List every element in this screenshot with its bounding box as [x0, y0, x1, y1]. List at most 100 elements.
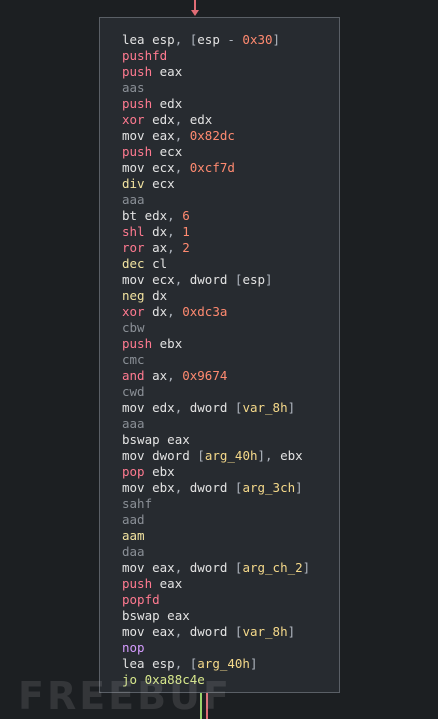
instruction-line[interactable]: pushfd: [122, 48, 333, 64]
operand-punctuation: [: [227, 272, 243, 287]
instruction-line[interactable]: shl dx, 1: [122, 224, 333, 240]
instruction-line[interactable]: pop ebx: [122, 464, 333, 480]
operand: ax: [152, 368, 168, 383]
mnemonic: xor: [122, 112, 145, 127]
instruction-line[interactable]: push ecx: [122, 144, 333, 160]
operand: esp: [242, 272, 266, 287]
instruction-line[interactable]: popfd: [122, 592, 333, 608]
instruction-line[interactable]: div ecx: [122, 176, 333, 192]
operand: arg_ch_2: [242, 560, 303, 575]
freebuf-watermark: FREEBUF: [18, 674, 232, 718]
operand: arg_40h: [204, 448, 258, 463]
operand-punctuation: [: [227, 400, 243, 415]
instruction-line[interactable]: mov ecx, dword [esp]: [122, 272, 333, 288]
instruction-line[interactable]: xor dx, 0xdc3a: [122, 304, 333, 320]
operand: 0xcf7d: [189, 160, 235, 175]
disassembly-listing: lea esp, [esp - 0x30] pushfd push eax aas pu…: [122, 32, 333, 688]
operand: dword: [189, 272, 228, 287]
mnemonic: aas: [122, 80, 145, 95]
instruction-line[interactable]: sahf: [122, 496, 333, 512]
instruction-line[interactable]: daa: [122, 544, 333, 560]
operand-punctuation: [: [227, 480, 243, 495]
instruction-line[interactable]: bswap eax: [122, 432, 333, 448]
mnemonic: div: [122, 176, 145, 191]
operand: eax: [167, 432, 190, 447]
operand: eax: [152, 624, 175, 639]
operand: 0xdc3a: [182, 304, 228, 319]
operand-punctuation: ,: [174, 560, 190, 575]
mnemonic: mov: [122, 128, 145, 143]
instruction-line[interactable]: aaa: [122, 192, 333, 208]
operand: ecx: [152, 272, 175, 287]
instruction-line[interactable]: cwd: [122, 384, 333, 400]
instruction-line[interactable]: mov ecx, 0xcf7d: [122, 160, 333, 176]
operand-punctuation: ,: [174, 112, 190, 127]
operand: eax: [159, 64, 183, 79]
operand: edx: [144, 208, 168, 223]
operand-punctuation: ]: [302, 560, 311, 575]
mnemonic: pop: [122, 464, 145, 479]
operand: 0x82dc: [189, 128, 235, 143]
operand: 0x30: [242, 32, 273, 47]
mnemonic: bt: [122, 208, 138, 223]
mnemonic: and: [122, 368, 145, 383]
instruction-line[interactable]: cmc: [122, 352, 333, 368]
instruction-line[interactable]: neg dx: [122, 288, 333, 304]
mnemonic: dec: [122, 256, 145, 271]
mnemonic: neg: [122, 288, 145, 303]
mnemonic: push: [122, 144, 153, 159]
instruction-line[interactable]: xor edx, edx: [122, 112, 333, 128]
operand-punctuation: ]: [287, 400, 296, 415]
instruction-line[interactable]: aaa: [122, 416, 333, 432]
instruction-line[interactable]: mov dword [arg_40h], ebx: [122, 448, 333, 464]
instruction-line[interactable]: bswap eax: [122, 608, 333, 624]
operand-punctuation: ]: [265, 272, 273, 287]
operand: ecx: [152, 176, 175, 191]
mnemonic: aad: [122, 512, 145, 527]
mnemonic: mov: [122, 480, 145, 495]
instruction-line[interactable]: and ax, 0x9674: [122, 368, 333, 384]
operand-punctuation: -: [219, 32, 243, 47]
operand-punctuation: ,: [167, 240, 183, 255]
instruction-line[interactable]: push edx: [122, 96, 333, 112]
instruction-line[interactable]: push eax: [122, 576, 333, 592]
operand: esp: [197, 32, 220, 47]
operand-punctuation: ,: [174, 400, 190, 415]
mnemonic: bswap: [122, 608, 160, 623]
operand: dx: [152, 224, 168, 239]
instruction-line[interactable]: ror ax, 2: [122, 240, 333, 256]
mnemonic: sahf: [122, 496, 153, 511]
instruction-line[interactable]: mov eax, dword [arg_ch_2]: [122, 560, 333, 576]
instruction-line[interactable]: dec cl: [122, 256, 333, 272]
operand: edx: [189, 112, 213, 127]
mnemonic: push: [122, 336, 153, 351]
operand-punctuation: ],: [257, 448, 281, 463]
instruction-line[interactable]: lea esp, [arg_40h]: [122, 656, 333, 672]
mnemonic: shl: [122, 224, 145, 239]
instruction-line[interactable]: push ebx: [122, 336, 333, 352]
operand-punctuation: ,: [167, 208, 183, 223]
mnemonic: mov: [122, 160, 145, 175]
instruction-line[interactable]: mov eax, dword [var_8h]: [122, 624, 333, 640]
operand: var_8h: [242, 400, 288, 415]
instruction-line[interactable]: mov eax, 0x82dc: [122, 128, 333, 144]
instruction-line[interactable]: cbw: [122, 320, 333, 336]
instruction-line[interactable]: aam: [122, 528, 333, 544]
instruction-line[interactable]: mov ebx, dword [arg_3ch]: [122, 480, 333, 496]
instruction-line[interactable]: push eax: [122, 64, 333, 80]
instruction-line[interactable]: bt edx, 6: [122, 208, 333, 224]
mnemonic: xor: [122, 304, 145, 319]
incoming-arrow-head: [191, 10, 199, 16]
mnemonic: mov: [122, 272, 145, 287]
operand: dword: [189, 624, 228, 639]
instruction-line[interactable]: aas: [122, 80, 333, 96]
mnemonic: push: [122, 64, 153, 79]
mnemonic: aaa: [122, 416, 145, 431]
instruction-line[interactable]: lea esp, [esp - 0x30]: [122, 32, 333, 48]
instruction-line[interactable]: mov edx, dword [var_8h]: [122, 400, 333, 416]
basic-block-node[interactable]: lea esp, [esp - 0x30] pushfd push eax aas pu…: [99, 17, 340, 693]
operand-punctuation: [: [189, 448, 205, 463]
instruction-line[interactable]: aad: [122, 512, 333, 528]
mnemonic: push: [122, 96, 153, 111]
instruction-line[interactable]: nop: [122, 640, 333, 656]
